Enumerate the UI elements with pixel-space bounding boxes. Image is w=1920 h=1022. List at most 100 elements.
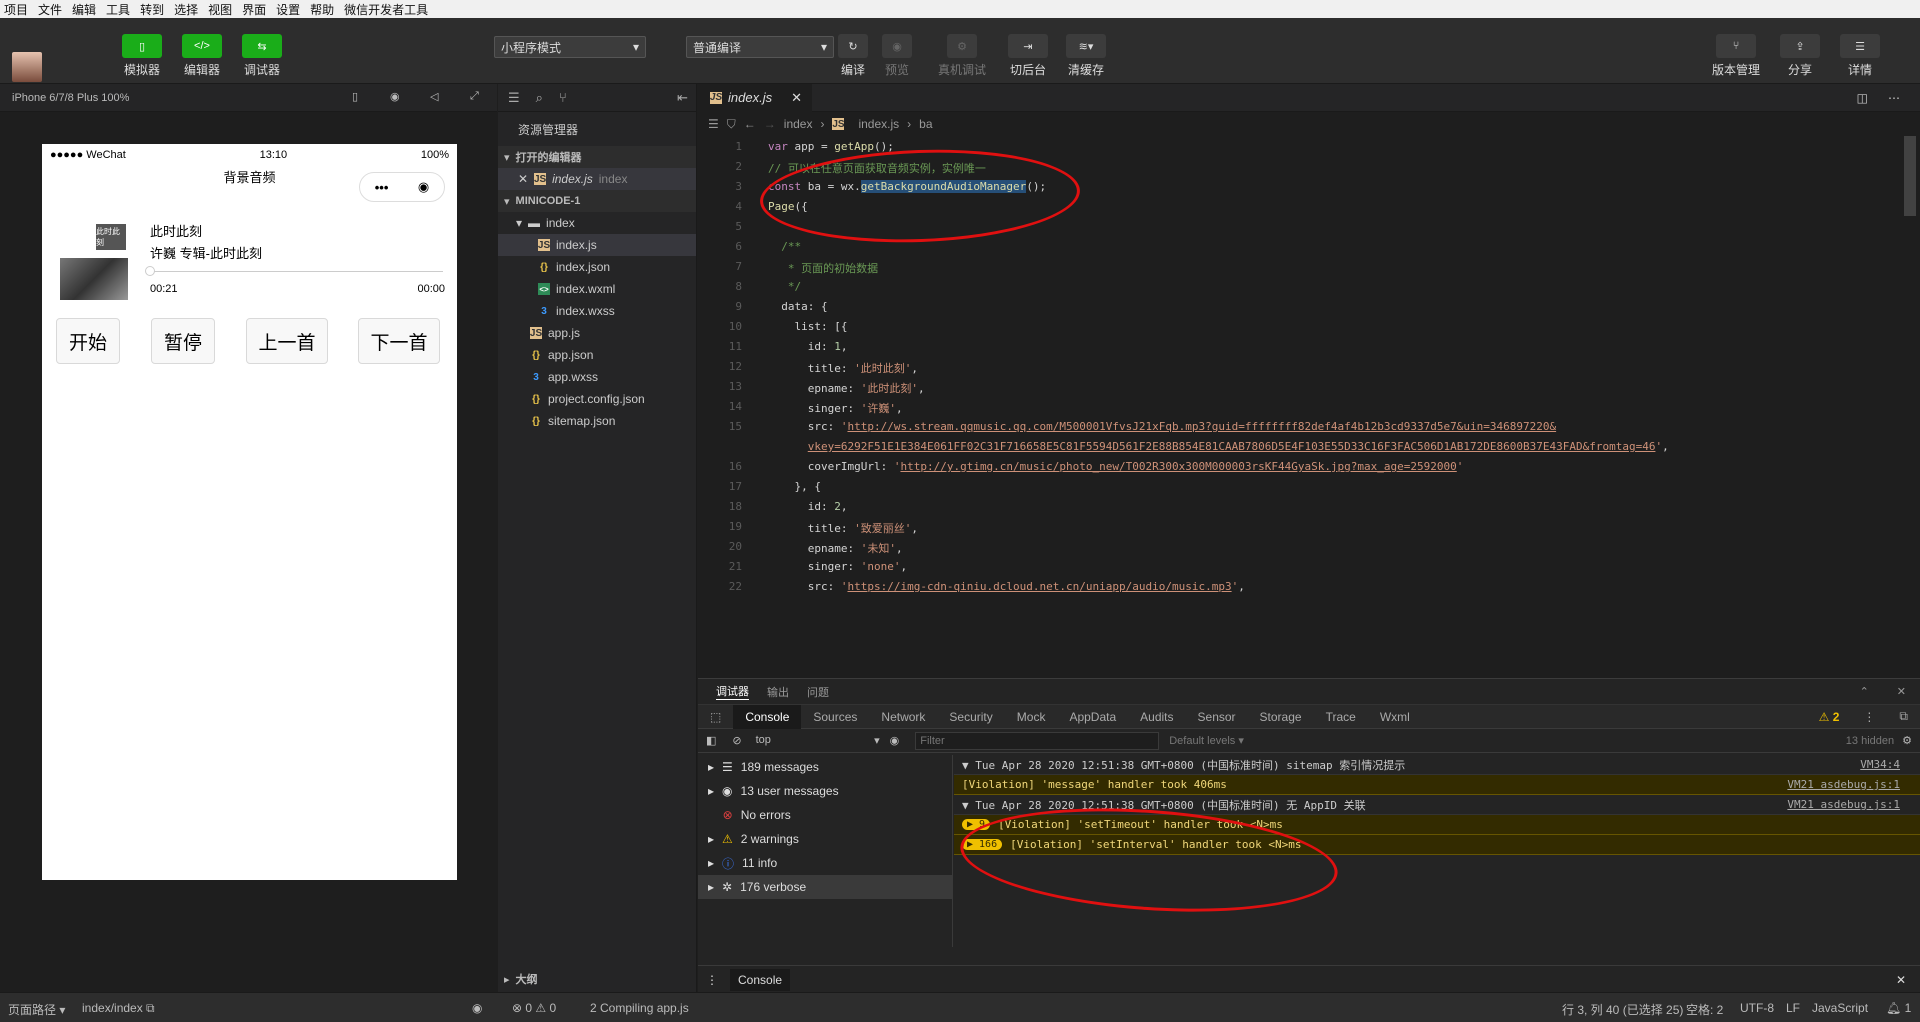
encoding[interactable]: UTF-8	[1740, 1001, 1774, 1015]
clear-icon[interactable]: ⊘	[724, 734, 749, 747]
tab-debugger[interactable]: 调试器	[716, 683, 749, 700]
forward-icon[interactable]: →	[764, 117, 776, 131]
bookmark-icon[interactable]: ⛉	[727, 117, 736, 132]
tab-problems[interactable]: 问题	[807, 684, 829, 700]
cursor-position[interactable]: 行 3, 列 40 (已选择 25)	[1562, 1001, 1683, 1018]
eol[interactable]: LF	[1786, 1001, 1800, 1015]
sidebar-messages[interactable]: ▸ ☰ 189 messages	[698, 755, 952, 779]
notification-bell-icon[interactable]: 🔔︎ 1	[1886, 1001, 1911, 1015]
context-select[interactable]: top ▾	[750, 734, 880, 747]
menu-item[interactable]: 帮助	[310, 1, 334, 18]
chevron-up-icon[interactable]: ⌃	[1860, 685, 1869, 698]
capsule-menu[interactable]: ••• ◉	[359, 172, 445, 202]
filter-input[interactable]	[915, 731, 1160, 750]
menu-item[interactable]: 视图	[208, 1, 232, 18]
panel-mock[interactable]: Mock	[1005, 705, 1058, 729]
menu-item[interactable]: 工具	[106, 1, 130, 18]
folder-index[interactable]: ▾ ▬ index	[498, 212, 696, 234]
avatar[interactable]	[12, 52, 42, 82]
eye-icon[interactable]: ◉	[880, 734, 910, 747]
share-button[interactable]: ⇪ 分享	[1780, 34, 1820, 78]
open-editors-section[interactable]: ▾ 打开的编辑器	[498, 146, 696, 168]
panel-audits[interactable]: Audits	[1128, 705, 1185, 729]
panel-network[interactable]: Network	[869, 705, 937, 729]
tab-index-js[interactable]: JS index.js ✕	[698, 83, 812, 112]
panel-security[interactable]: Security	[937, 705, 1004, 729]
outline-section[interactable]: ▸ 大纲	[504, 968, 538, 990]
more-icon[interactable]: ⋯	[1888, 91, 1900, 105]
record-icon[interactable]: ◉	[390, 90, 400, 103]
menu-item[interactable]: 转到	[140, 1, 164, 18]
progress-track[interactable]	[145, 266, 443, 276]
back-icon[interactable]: ←	[744, 117, 756, 131]
list-icon[interactable]: ☰	[508, 90, 520, 106]
next-button[interactable]: 下一首	[358, 318, 440, 364]
sidebar-toggle-icon[interactable]: ◧	[698, 734, 724, 747]
branch-icon[interactable]: ⑂	[559, 90, 567, 105]
collapse-icon[interactable]: ⇤	[677, 90, 688, 106]
clear-cache-button[interactable]: ≋▾ 清缓存	[1066, 34, 1106, 78]
error-warning-count[interactable]: ⊗ 0 ⚠ 0	[512, 1001, 556, 1015]
switch-background-button[interactable]: ⇥ 切后台	[1008, 34, 1048, 78]
message-source-link[interactable]: VM21 asdebug.js:1	[1787, 798, 1900, 811]
preview-button[interactable]: ◉ 预览	[882, 34, 912, 78]
open-editor-item[interactable]: ✕ JS index.js index	[498, 168, 696, 190]
menu-item[interactable]: 设置	[276, 1, 300, 18]
file-sitemap[interactable]: {} sitemap.json	[498, 410, 696, 432]
menu-item[interactable]: 选择	[174, 1, 198, 18]
start-button[interactable]: 开始	[56, 318, 120, 364]
list-icon[interactable]: ☰	[708, 117, 719, 131]
remote-debug-button[interactable]: ⚙ 真机调试	[938, 34, 986, 78]
undock-icon[interactable]: ⧉	[1887, 705, 1920, 729]
panel-storage[interactable]: Storage	[1248, 705, 1314, 729]
close-icon[interactable]: ✕	[1896, 973, 1906, 987]
device-select[interactable]: iPhone 6/7/8 Plus 100%	[12, 92, 129, 104]
file-index-json[interactable]: {} index.json	[498, 256, 696, 278]
close-circle-icon[interactable]: ◉	[418, 179, 429, 195]
version-button[interactable]: ⑂ 版本管理	[1712, 34, 1760, 78]
warning-count[interactable]: ⚠ 2	[1807, 705, 1852, 729]
expand-icon[interactable]: ⤢	[470, 90, 479, 103]
file-app-json[interactable]: {} app.json	[498, 344, 696, 366]
menu-item[interactable]: 微信开发者工具	[344, 1, 428, 18]
levels-select[interactable]: Default levels ▾	[1169, 734, 1244, 747]
menu-item[interactable]: 编辑	[72, 1, 96, 18]
panel-wxml[interactable]: Wxml	[1368, 705, 1422, 729]
pause-button[interactable]: 暂停	[151, 318, 215, 364]
file-index-wxml[interactable]: <> index.wxml	[498, 278, 696, 300]
page-path-select[interactable]: 页面路径 ▾	[8, 1001, 65, 1018]
prev-button[interactable]: 上一首	[246, 318, 328, 364]
indent-setting[interactable]: 空格: 2	[1686, 1001, 1723, 1018]
simulator-button[interactable]: ▯ 模拟器	[122, 34, 162, 78]
sidebar-user-messages[interactable]: ▸ ◉ 13 user messages	[698, 779, 952, 803]
volume-icon[interactable]: ◁	[430, 90, 438, 103]
details-button[interactable]: ☰ 详情	[1840, 34, 1880, 78]
panel-console[interactable]: Console	[733, 704, 802, 729]
console-message[interactable]: ▼ Tue Apr 28 2020 12:51:38 GMT+0800 (中国标…	[954, 755, 1920, 775]
close-icon[interactable]: ✕	[518, 172, 528, 186]
file-project-config[interactable]: {} project.config.json	[498, 388, 696, 410]
sidebar-errors[interactable]: ⊗ No errors	[698, 803, 952, 827]
message-source-link[interactable]: VM21 asdebug.js:1	[1787, 778, 1900, 791]
menu-item[interactable]: 界面	[242, 1, 266, 18]
sidebar-verbose[interactable]: ▸ ✲ 176 verbose	[698, 875, 952, 899]
file-index-wxss[interactable]: 3 index.wxss	[498, 300, 696, 322]
console-message[interactable]: [Violation] 'message' handler took 406ms…	[954, 775, 1920, 795]
editor-scrollbar[interactable]	[1904, 136, 1916, 216]
compile-button[interactable]: ↻ 编译	[838, 34, 868, 78]
file-app-wxss[interactable]: 3 app.wxss	[498, 366, 696, 388]
project-section[interactable]: ▾ MINICODE-1	[498, 190, 696, 212]
sidebar-info[interactable]: ▸ ⓘ 11 info	[698, 851, 952, 875]
inspect-icon[interactable]: ⬚	[698, 705, 733, 729]
menu-item[interactable]: 项目	[4, 1, 28, 18]
mode-select[interactable]: 小程序模式 ▾	[494, 36, 646, 58]
panel-appdata[interactable]: AppData	[1057, 705, 1128, 729]
debugger-button[interactable]: ⇆ 调试器	[242, 34, 282, 78]
kebab-icon[interactable]: ⋮	[1851, 705, 1887, 729]
eye-icon[interactable]: ◉	[472, 1001, 482, 1015]
kebab-icon[interactable]: ⋮	[706, 973, 718, 987]
split-icon[interactable]: ◫	[1857, 91, 1868, 105]
tab-output[interactable]: 输出	[767, 684, 789, 700]
panel-sources[interactable]: Sources	[801, 705, 869, 729]
more-icon[interactable]: •••	[375, 180, 389, 195]
